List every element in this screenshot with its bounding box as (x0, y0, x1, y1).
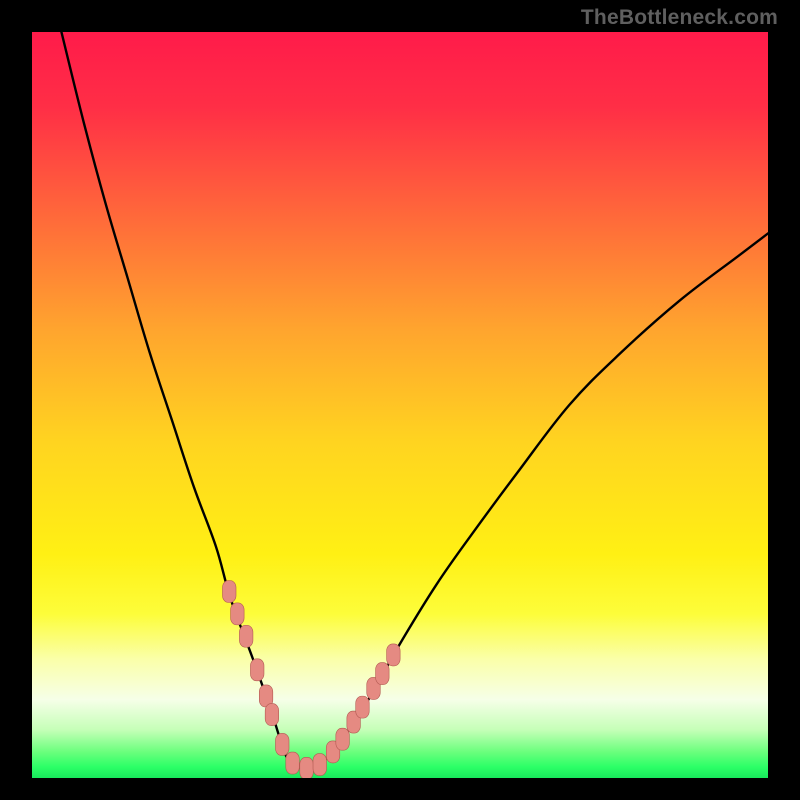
curve-marker (286, 752, 300, 774)
watermark-text: TheBottleneck.com (581, 6, 778, 30)
curve-marker (275, 733, 289, 755)
curve-marker (231, 603, 245, 625)
curve-marker (265, 704, 279, 726)
curve-marker (300, 757, 314, 778)
curve-layer (32, 32, 768, 778)
curve-marker (356, 696, 370, 718)
curve-marker (387, 644, 401, 666)
chart-root: TheBottleneck.com (0, 0, 800, 800)
curve-marker (313, 754, 327, 776)
plot-area (32, 32, 768, 778)
curve-marker (336, 728, 350, 750)
curve-marker (250, 659, 264, 681)
marker-group (222, 581, 400, 779)
bottleneck-curve (61, 32, 768, 769)
curve-marker (239, 625, 253, 647)
curve-marker (222, 581, 236, 603)
curve-marker (376, 663, 390, 685)
